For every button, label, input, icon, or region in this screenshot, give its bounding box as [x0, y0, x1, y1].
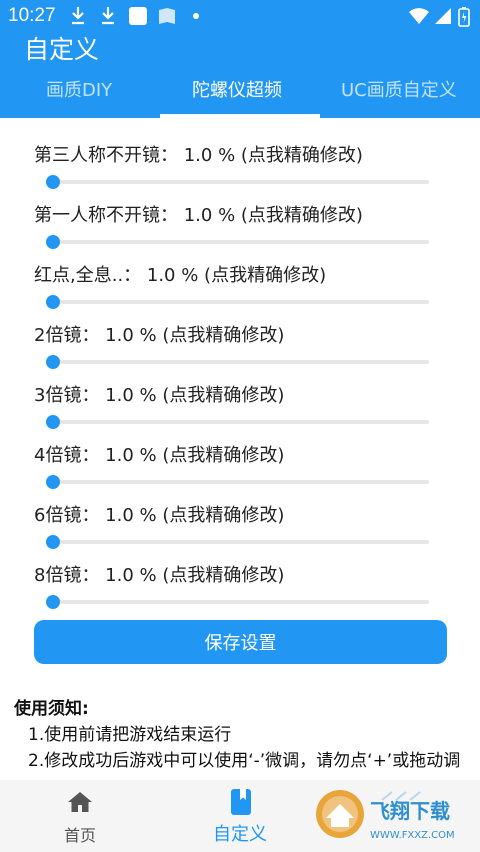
nav-label-home: 首页: [63, 826, 96, 845]
app-header: 10:27 自定义 画质DIY 陀螺仪超频 UC画质自定义: [0, 0, 480, 118]
nav-item-custom[interactable]: 自定义: [180, 780, 300, 852]
notice-title: 使用须知:: [14, 699, 89, 719]
slider-thumb[interactable]: [46, 235, 60, 249]
slider-track[interactable]: [53, 180, 429, 184]
home-icon: [68, 792, 92, 812]
tab-bar: 画质DIY 陀螺仪超频 UC画质自定义: [0, 70, 480, 118]
slider-thumb[interactable]: [46, 295, 60, 309]
book-icon: [231, 789, 251, 815]
nav-label-custom: 自定义: [213, 824, 267, 845]
notice-line-2: 2.修改成功后游戏中可以使用‘-’微调，请勿点‘+’或拖动调: [28, 751, 461, 771]
tab-gyro-overclock[interactable]: 陀螺仪超频: [192, 76, 282, 102]
setting-row-3x-scope: 3倍镜： 1.0 % (点我精确修改): [0, 381, 480, 441]
slider-track[interactable]: [53, 300, 429, 304]
setting-label[interactable]: 第一人称不开镜： 1.0 % (点我精确修改): [34, 201, 363, 227]
tab-quality-diy[interactable]: 画质DIY: [46, 76, 112, 102]
wifi-icon: [409, 8, 429, 24]
setting-row-6x-scope: 6倍镜： 1.0 % (点我精确修改): [0, 501, 480, 561]
slider-thumb[interactable]: [46, 595, 60, 609]
book-notification-icon: [159, 8, 175, 24]
slider-track[interactable]: [53, 540, 429, 544]
watermark-url-text: WWW.FXXZ.COM: [370, 830, 455, 841]
watermark-brand-text: 飞翔下载: [370, 799, 450, 823]
setting-row-first-person: 第一人称不开镜： 1.0 % (点我精确修改): [0, 201, 480, 261]
download-icon-2: [102, 7, 114, 25]
setting-row-8x-scope: 8倍镜： 1.0 % (点我精确修改): [0, 561, 480, 621]
slider-thumb[interactable]: [46, 415, 60, 429]
battery-icon: [458, 7, 470, 27]
slider-thumb[interactable]: [46, 355, 60, 369]
nav-item-home[interactable]: 首页: [20, 780, 140, 852]
setting-row-2x-scope: 2倍镜： 1.0 % (点我精确修改): [0, 321, 480, 381]
app-title: 自定义: [24, 35, 100, 64]
notice-line-1: 1.使用前请把游戏结束运行: [28, 725, 232, 745]
slider-track[interactable]: [53, 360, 429, 364]
more-notifications-dot: [193, 13, 199, 19]
tab-indicator: [160, 114, 320, 118]
slider-thumb[interactable]: [46, 535, 60, 549]
download-icon: [72, 7, 84, 25]
slider-thumb[interactable]: [46, 175, 60, 189]
watermark-logo: 飞翔下载 WWW.FXXZ.COM: [316, 790, 455, 841]
slider-track[interactable]: [53, 600, 429, 604]
status-time: 10:27: [8, 5, 56, 26]
app-notification-icon: [129, 7, 147, 25]
setting-label[interactable]: 6倍镜： 1.0 % (点我精确修改): [34, 501, 284, 527]
setting-label[interactable]: 2倍镜： 1.0 % (点我精确修改): [34, 321, 284, 347]
slider-thumb[interactable]: [46, 475, 60, 489]
save-settings-button[interactable]: 保存设置: [34, 620, 447, 664]
setting-row-4x-scope: 4倍镜： 1.0 % (点我精确修改): [0, 441, 480, 501]
setting-label[interactable]: 红点,全息..： 1.0 % (点我精确修改): [34, 261, 326, 287]
slider-track[interactable]: [53, 240, 429, 244]
setting-row-third-person: 第三人称不开镜： 1.0 % (点我精确修改): [0, 141, 480, 201]
setting-row-red-dot: 红点,全息..： 1.0 % (点我精确修改): [0, 261, 480, 321]
setting-label[interactable]: 第三人称不开镜： 1.0 % (点我精确修改): [34, 141, 363, 167]
setting-label[interactable]: 3倍镜： 1.0 % (点我精确修改): [34, 381, 284, 407]
slider-track[interactable]: [53, 420, 429, 424]
status-bar: 10:27: [0, 0, 480, 34]
setting-label[interactable]: 8倍镜： 1.0 % (点我精确修改): [34, 561, 284, 587]
tab-uc-quality-custom[interactable]: UC画质自定义: [341, 76, 457, 102]
signal-icon: [435, 8, 451, 24]
slider-track[interactable]: [53, 480, 429, 484]
setting-label[interactable]: 4倍镜： 1.0 % (点我精确修改): [34, 441, 284, 467]
